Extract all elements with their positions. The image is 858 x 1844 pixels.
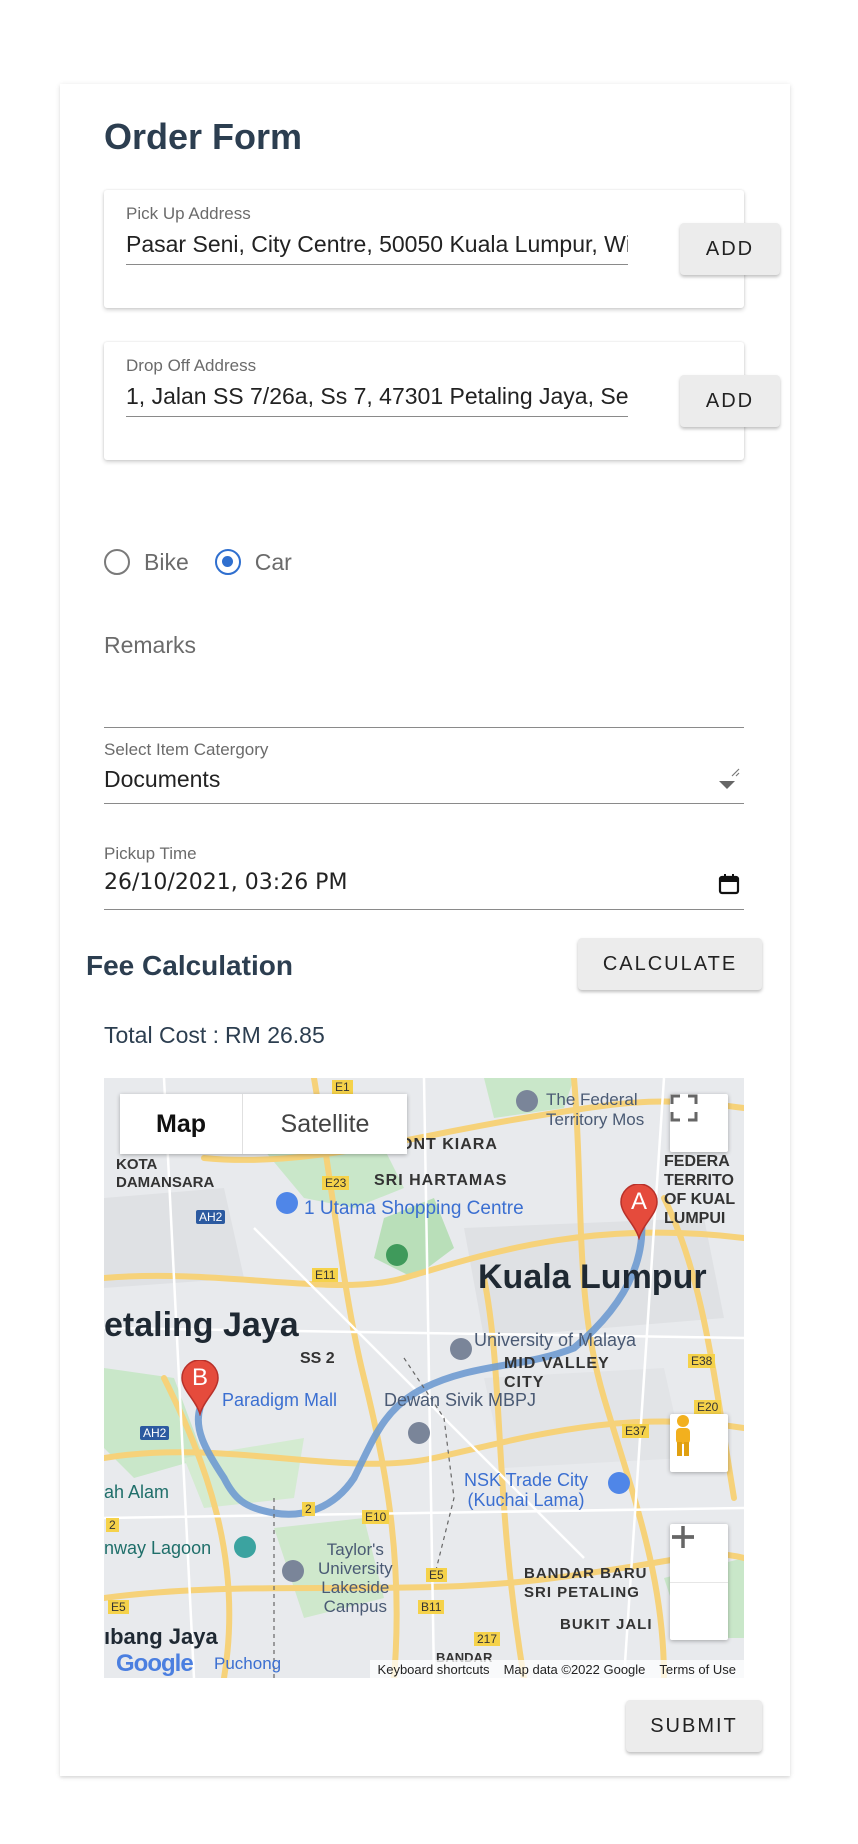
road-shield-e37: E37 xyxy=(622,1424,650,1438)
mall-poi-icon[interactable] xyxy=(608,1472,630,1494)
campus-poi-icon[interactable] xyxy=(282,1560,304,1582)
page-title: Order Form xyxy=(104,116,303,157)
order-form-card: Order Form Pick Up Address Pasar Seni, C… xyxy=(60,84,790,1776)
map-label-federal-territory: FEDERA TERRITO OF KUAL LUMPUI xyxy=(664,1153,736,1227)
map-label-paradigm-mall: Paradigm Mall xyxy=(222,1390,338,1410)
dropoff-address-box: Drop Off Address 1, Jalan SS 7/26a, Ss 7… xyxy=(104,342,744,460)
shopping-poi-icon[interactable] xyxy=(276,1192,298,1214)
chevron-down-icon[interactable] xyxy=(718,777,736,795)
road-shield-e5: E5 xyxy=(426,1568,447,1582)
car-radio-label[interactable]: Car xyxy=(255,549,292,576)
road-shield-e5-b: E5 xyxy=(108,1600,129,1614)
road-shield-b11: B11 xyxy=(418,1600,445,1614)
road-shield-ah2-b: AH2 xyxy=(140,1426,170,1440)
category-underline xyxy=(104,803,744,804)
map-label-subang-jaya: ıbang Jaya xyxy=(104,1624,218,1649)
total-cost-value: RM 26.85 xyxy=(225,1022,325,1048)
road-shield-217: 217 xyxy=(474,1632,501,1646)
remarks-label: Remarks xyxy=(104,632,197,658)
category-label: Select Item Catergory xyxy=(104,740,269,759)
park-poi-icon[interactable] xyxy=(386,1244,408,1266)
calendar-icon[interactable] xyxy=(718,873,740,900)
pickup-address-box: Pick Up Address Pasar Seni, City Centre,… xyxy=(104,190,744,308)
pickup-time-label: Pickup Time xyxy=(104,844,197,863)
map-label-taylors: Taylor's University Lakeside Campus xyxy=(318,1540,393,1616)
bike-radio-label[interactable]: Bike xyxy=(144,549,189,576)
bike-radio[interactable] xyxy=(104,549,130,575)
map-attribution: Keyboard shortcuts Map data ©2022 Google… xyxy=(369,1660,744,1678)
road-shield-e23: E23 xyxy=(322,1176,350,1190)
map-label-puchong: Puchong xyxy=(214,1654,282,1673)
pickup-address-input[interactable]: Pasar Seni, City Centre, 50050 Kuala Lum… xyxy=(126,228,628,265)
map-label-dewan-sivik: Dewan Sivik MBPJ xyxy=(384,1390,537,1410)
map-label-university-malaya: University of Malaya xyxy=(474,1330,637,1350)
map-data-text: Map data ©2022 Google xyxy=(503,1661,646,1677)
map-label-one-utama: 1 Utama Shopping Centre xyxy=(304,1198,524,1219)
submit-button[interactable]: SUBMIT xyxy=(626,1700,762,1752)
map-label-shah-alam: ah Alam xyxy=(104,1482,170,1502)
road-shield-ah2: AH2 xyxy=(196,1210,226,1224)
fullscreen-icon[interactable] xyxy=(670,1094,728,1152)
vehicle-radio-group: Bike Car xyxy=(104,542,318,582)
marker-a-label: A xyxy=(630,1188,647,1215)
dropoff-add-button[interactable]: ADD xyxy=(680,375,780,427)
resize-handle-icon[interactable] xyxy=(730,764,740,777)
map-label-sri-hartamas: SRI HARTAMAS xyxy=(374,1172,508,1189)
remarks-textarea[interactable] xyxy=(104,703,744,728)
map-label-petaling-jaya: etaling Jaya xyxy=(104,1306,299,1344)
map-label-bandar-baru: BANDAR BARU SRI PETALING xyxy=(524,1565,648,1601)
fee-calculation-heading: Fee Calculation xyxy=(86,950,293,981)
road-shield-2-b: 2 xyxy=(106,1518,119,1532)
pickup-time-underline xyxy=(104,909,744,910)
route-map[interactable]: Kuala Lumpur etaling Jaya KOTA DAMANSARA… xyxy=(104,1078,744,1678)
university-poi-icon[interactable] xyxy=(450,1338,472,1360)
street-view-pegman-icon[interactable] xyxy=(670,1414,728,1472)
map-label-federal-mosque: The Federal Territory Mos xyxy=(546,1090,645,1129)
road-shield-2: 2 xyxy=(302,1502,315,1516)
pickup-add-button[interactable]: ADD xyxy=(680,223,780,275)
terms-of-use-link[interactable]: Terms of Use xyxy=(659,1662,736,1677)
pickup-time-input[interactable]: 26/10/2021, 03:26 PM xyxy=(104,870,347,895)
map-label-bukit-jalil: BUKIT JALI xyxy=(560,1616,653,1633)
zoom-out-icon[interactable] xyxy=(670,1535,728,1641)
category-select[interactable]: Documents xyxy=(104,766,220,793)
dropoff-address-label: Drop Off Address xyxy=(126,356,257,375)
map-label-kuala-lumpur: Kuala Lumpur xyxy=(478,1258,707,1296)
map-type-map-button[interactable]: Map xyxy=(120,1094,243,1154)
pickup-address-label: Pick Up Address xyxy=(126,204,251,223)
road-shield-e38: E38 xyxy=(688,1354,716,1368)
calculate-button[interactable]: CALCULATE xyxy=(578,938,762,990)
map-type-control: Map Satellite xyxy=(120,1094,407,1154)
lagoon-poi-icon[interactable] xyxy=(234,1536,256,1558)
road-shield-e11: E11 xyxy=(312,1268,339,1282)
map-label-ss2: SS 2 xyxy=(300,1350,335,1367)
map-label-nsk: NSK Trade City (Kuchai Lama) xyxy=(464,1470,589,1510)
dropoff-address-input[interactable]: 1, Jalan SS 7/26a, Ss 7, 47301 Petaling … xyxy=(126,380,628,417)
total-cost: Total Cost : RM 26.85 xyxy=(104,1022,325,1049)
civic-poi-icon[interactable] xyxy=(408,1422,430,1444)
map-label-mid-valley: MID VALLEY CITY xyxy=(504,1355,610,1391)
map-label-kota-damansara: KOTA DAMANSARA xyxy=(116,1156,215,1191)
keyboard-shortcuts-link[interactable]: Keyboard shortcuts xyxy=(378,1662,490,1677)
car-radio[interactable] xyxy=(214,549,241,575)
road-shield-e10: E10 xyxy=(362,1510,390,1524)
map-label-mont-kiara: ONT KIARA xyxy=(400,1136,498,1153)
marker-b-label: B xyxy=(191,1364,208,1391)
map-type-satellite-button[interactable]: Satellite xyxy=(243,1094,407,1154)
road-shield-e20: E20 xyxy=(694,1400,722,1414)
map-label-sunway-lagoon: nway Lagoon xyxy=(104,1538,212,1558)
total-cost-label: Total Cost : xyxy=(104,1022,220,1048)
google-logo[interactable]: Google xyxy=(116,1650,194,1678)
mosque-poi-icon[interactable] xyxy=(516,1090,538,1112)
zoom-control xyxy=(670,1524,728,1640)
road-shield-e1: E1 xyxy=(332,1080,353,1094)
